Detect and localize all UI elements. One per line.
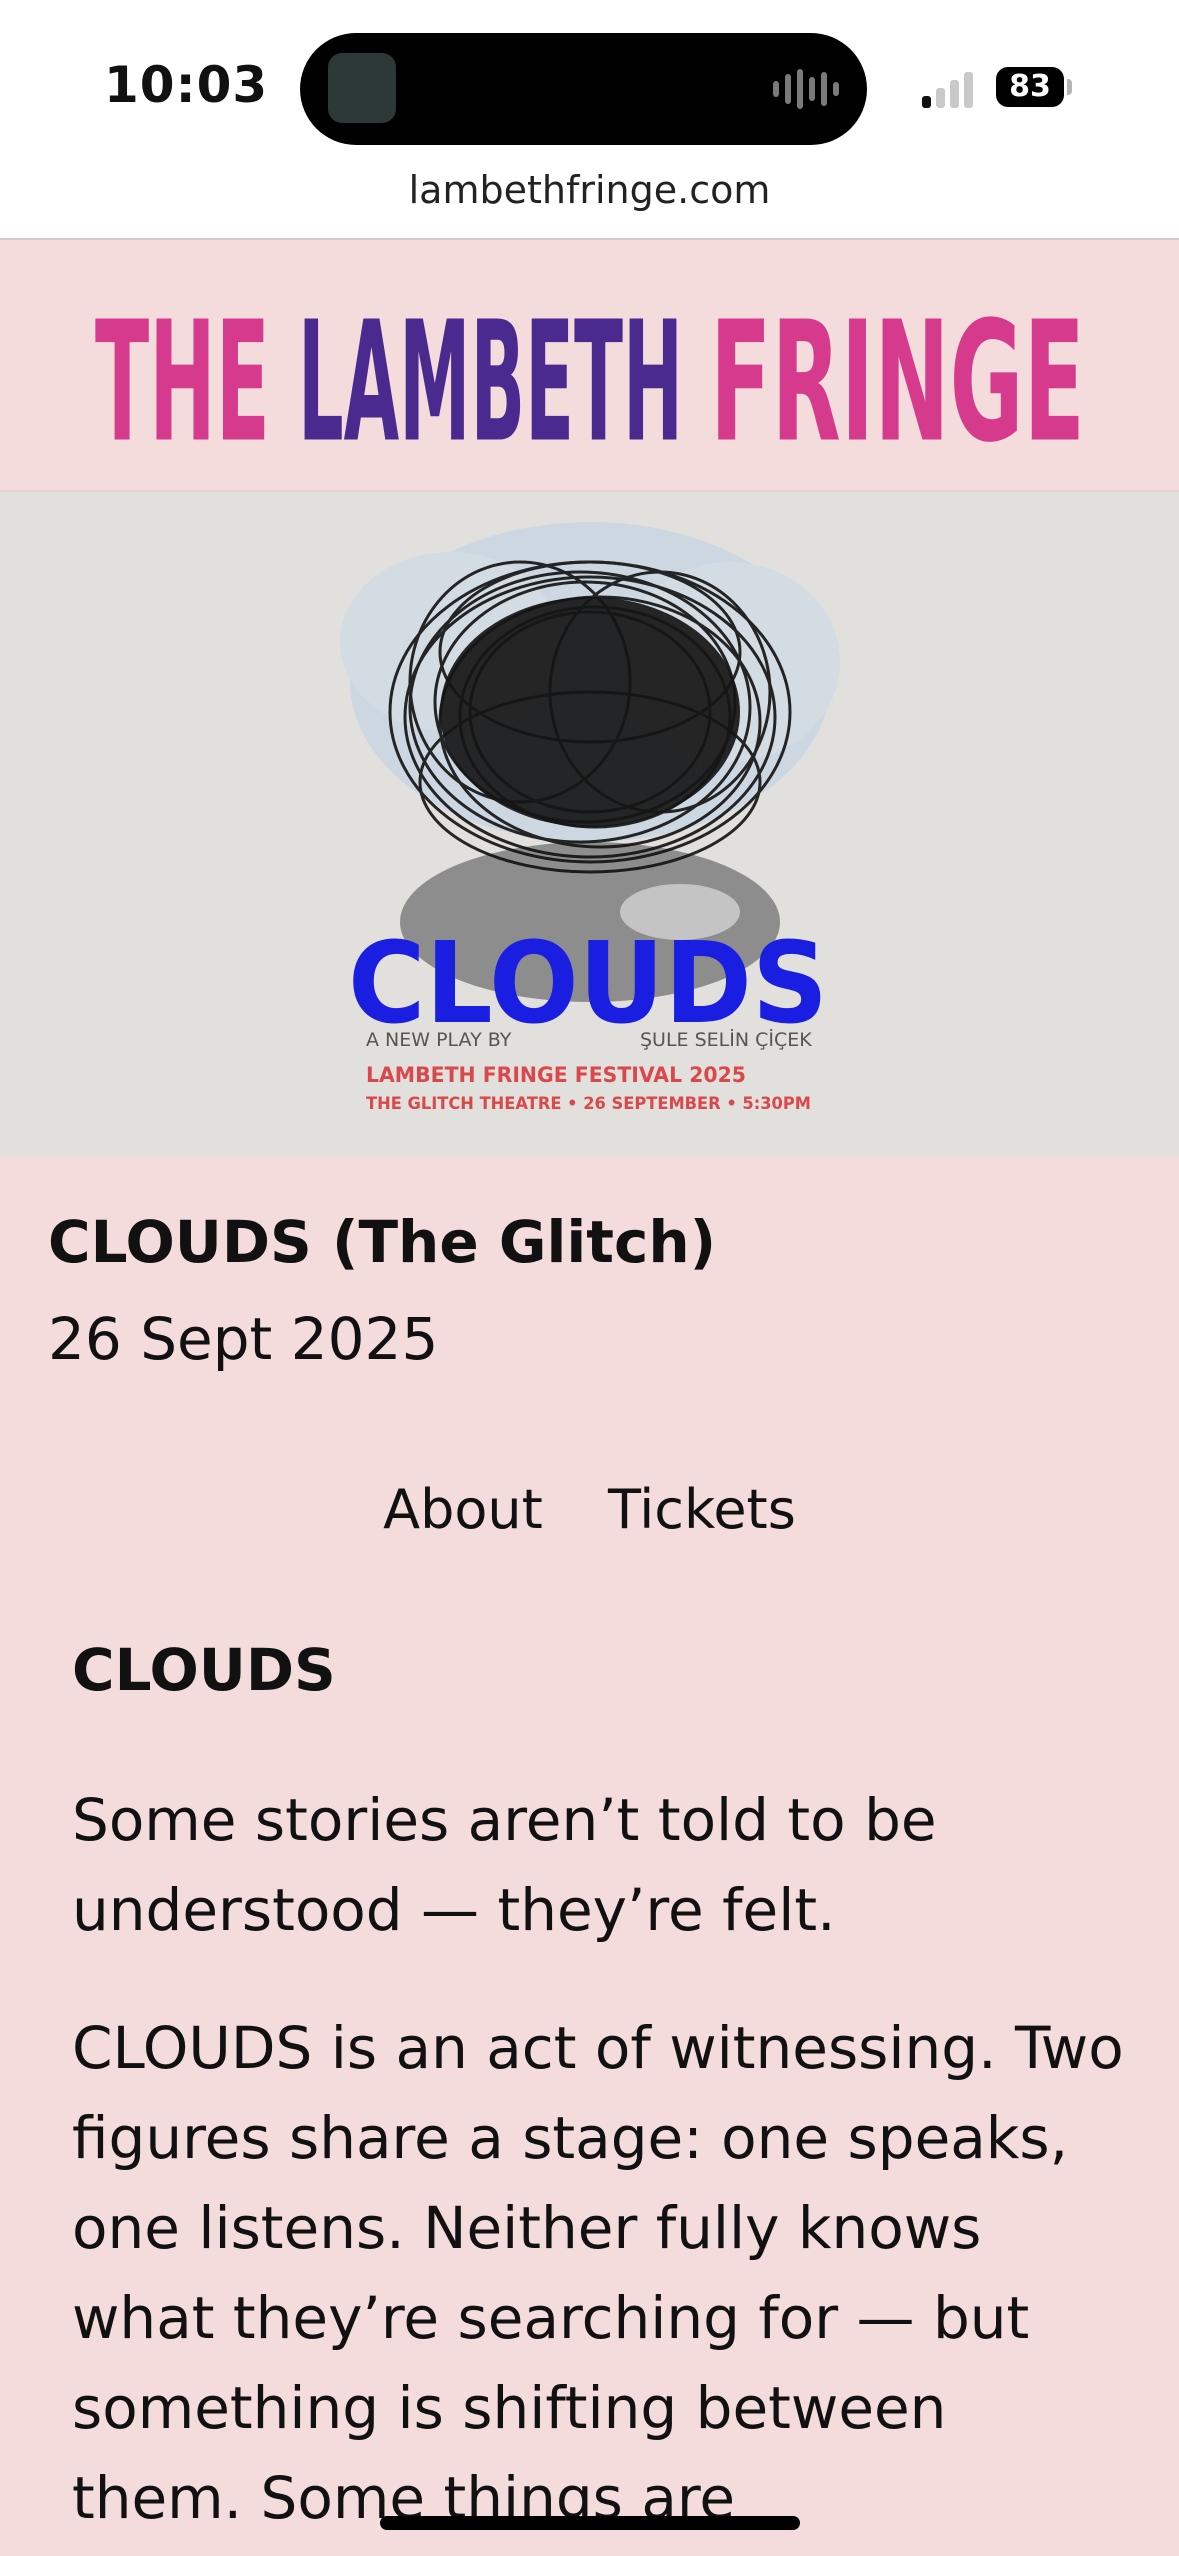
event-title: CLOUDS (The Glitch) <box>48 1208 717 1276</box>
status-time: 10:03 <box>104 56 269 114</box>
battery-icon: 83 <box>996 67 1072 107</box>
event-tabs: About Tickets <box>0 1478 1179 1541</box>
lambeth-fringe-logo[interactable]: THE LAMBETH FRINGE <box>0 240 1179 490</box>
poster-festival: LAMBETH FRINGE FESTIVAL 2025 <box>366 1063 746 1087</box>
event-date: 26 Sept 2025 <box>48 1305 439 1373</box>
logo-word-lambeth: LAMBETH <box>298 287 683 480</box>
dynamic-island[interactable] <box>300 33 867 145</box>
audio-waveform-icon <box>773 67 839 111</box>
url-text[interactable]: lambethfringe.com <box>0 168 1179 212</box>
poster-venue-line: THE GLITCH THEATRE • 26 SEPTEMBER • 5:30… <box>366 1094 811 1114</box>
cellular-signal-icon <box>922 68 973 108</box>
now-playing-thumbnail <box>328 53 396 123</box>
logo-word-the: THE <box>95 287 270 480</box>
site-header: THE LAMBETH FRINGE <box>0 240 1179 492</box>
home-indicator[interactable] <box>380 2516 800 2530</box>
poster-artwork: CLOUDS A NEW PLAY BY ŞULE SELİN ÇİÇEK LA… <box>340 522 840 1114</box>
tab-about[interactable]: About <box>383 1478 543 1541</box>
poster-credit-right: ŞULE SELİN ÇİÇEK <box>640 1028 812 1051</box>
event-poster: CLOUDS A NEW PLAY BY ŞULE SELİN ÇİÇEK LA… <box>0 492 1179 1158</box>
logo-word-fringe: FRINGE <box>710 287 1085 480</box>
status-bar: 10:03 83 <box>0 0 1179 168</box>
section-heading: CLOUDS <box>72 1636 336 1704</box>
poster-credit-left: A NEW PLAY BY <box>366 1029 512 1051</box>
description-paragraph-2: CLOUDS is an act of witnessing. Two figu… <box>72 2014 1124 2532</box>
description-paragraph-1: Some stories aren’t told to be understoo… <box>72 1786 937 1944</box>
tab-tickets[interactable]: Tickets <box>608 1478 796 1541</box>
